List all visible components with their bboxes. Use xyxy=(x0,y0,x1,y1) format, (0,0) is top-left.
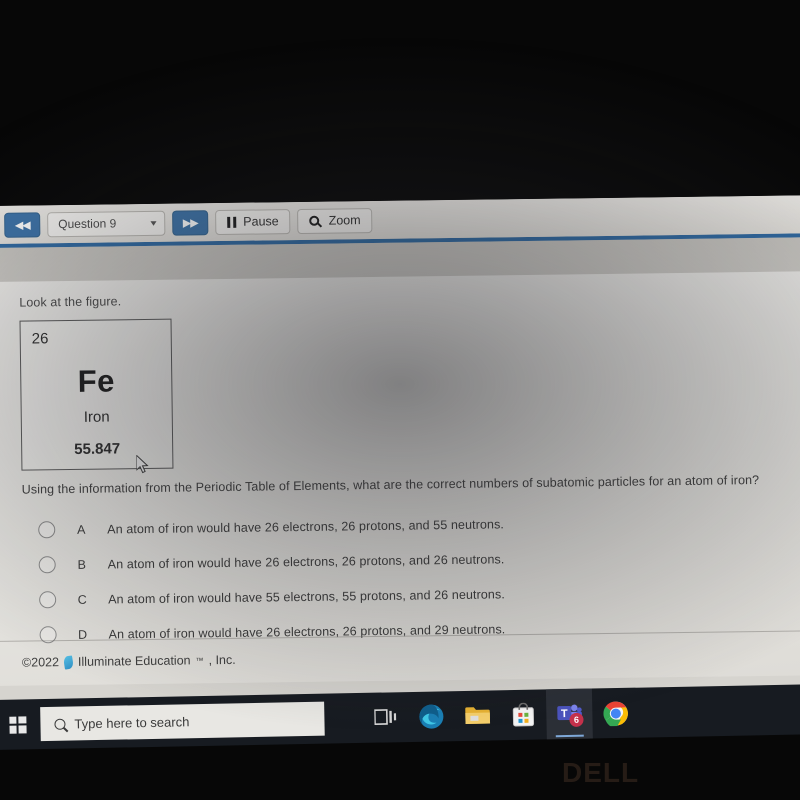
dell-brand-logo: DELL xyxy=(562,757,640,788)
radio-button-a[interactable] xyxy=(38,521,56,539)
company-name: Illuminate Education xyxy=(77,653,191,669)
start-button[interactable] xyxy=(0,699,41,750)
question-selector-label: Question 9 xyxy=(58,216,117,232)
search-placeholder-text: Type here to search xyxy=(74,713,190,731)
choice-text-c: An atom of iron would have 55 electrons,… xyxy=(108,586,505,607)
chrome-icon[interactable] xyxy=(592,688,639,739)
taskbar-search-input[interactable]: Type here to search xyxy=(40,701,325,742)
element-atomic-mass: 55.847 xyxy=(74,440,121,458)
radio-button-c[interactable] xyxy=(39,591,57,609)
search-icon xyxy=(54,718,66,730)
laptop-screen: ◀◀ Question 9 ▾ ▶▶ Pause Zoom Look at th… xyxy=(0,195,800,714)
magnifier-icon xyxy=(309,215,320,226)
answer-choice-list: A An atom of iron would have 26 electron… xyxy=(22,502,800,652)
choice-text-a: An atom of iron would have 26 electrons,… xyxy=(107,516,505,537)
double-left-chevron-icon: ◀◀ xyxy=(14,219,30,232)
store-bag-glyph xyxy=(512,702,535,727)
double-right-chevron-icon: ▶▶ xyxy=(182,216,198,230)
radio-button-b[interactable] xyxy=(38,556,56,574)
teams-notification-badge: 6 xyxy=(569,712,584,727)
element-symbol: Fe xyxy=(77,363,116,399)
file-explorer-icon[interactable] xyxy=(454,690,501,741)
prompt-intro: Look at the figure. xyxy=(19,294,122,310)
laptop-photo: ◀◀ Question 9 ▾ ▶▶ Pause Zoom Look at th… xyxy=(0,0,800,800)
chevron-down-icon: ▾ xyxy=(150,217,158,228)
copyright-year: ©2022 xyxy=(21,655,60,670)
chrome-glyph xyxy=(602,701,628,726)
trademark-symbol: ™ xyxy=(195,655,204,665)
svg-text:T: T xyxy=(561,708,568,720)
company-suffix: , Inc. xyxy=(208,652,236,668)
edge-glyph xyxy=(419,704,444,729)
pause-button-label: Pause xyxy=(243,214,279,229)
page-footer: ©2022 Illuminate Education ™ , Inc. xyxy=(22,653,236,670)
element-name: Iron xyxy=(83,408,110,426)
periodic-element-figure: 26 Fe Iron 55.847 xyxy=(19,318,174,471)
choice-letter-b: B xyxy=(77,557,86,572)
edge-icon[interactable] xyxy=(408,691,455,742)
teams-icon[interactable]: T 6 xyxy=(545,688,593,740)
zoom-button-label: Zoom xyxy=(328,213,361,228)
taskbar-icon-group: T 6 xyxy=(362,688,639,743)
next-question-button[interactable]: ▶▶ xyxy=(172,209,209,236)
illuminate-logo-icon xyxy=(63,654,74,670)
pause-button[interactable]: Pause xyxy=(215,208,291,235)
microsoft-store-icon[interactable] xyxy=(500,689,547,740)
question-selector-dropdown[interactable]: Question 9 ▾ xyxy=(47,210,166,237)
task-view-glyph xyxy=(374,709,397,726)
pause-icon xyxy=(227,216,237,228)
windows-logo-icon xyxy=(8,715,27,734)
folder-glyph xyxy=(465,707,491,724)
question-text: Using the information from the Periodic … xyxy=(21,472,760,497)
choice-letter-a: A xyxy=(76,522,86,537)
quiz-page: Look at the figure. 26 Fe Iron 55.847 Us… xyxy=(0,271,800,686)
choice-letter-c: C xyxy=(77,592,87,607)
choice-text-b: An atom of iron would have 26 electrons,… xyxy=(107,551,505,572)
previous-question-button[interactable]: ◀◀ xyxy=(4,211,41,238)
task-view-icon[interactable] xyxy=(362,692,409,743)
zoom-button[interactable]: Zoom xyxy=(297,207,373,234)
element-atomic-number: 26 xyxy=(31,330,49,348)
